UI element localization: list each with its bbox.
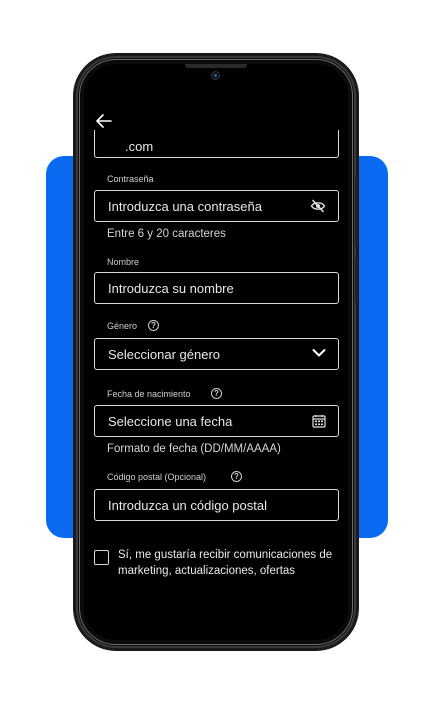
back-arrow-icon[interactable] xyxy=(95,112,113,130)
birthdate-placeholder: Seleccione una fecha xyxy=(108,414,233,429)
chevron-down-icon xyxy=(312,349,326,357)
name-label: Nombre xyxy=(107,257,140,267)
name-field[interactable]: Introduzca su nombre xyxy=(94,272,339,304)
email-field[interactable]: .com xyxy=(94,130,339,158)
postal-placeholder: Introduzca un código postal xyxy=(108,498,267,513)
birthdate-hint: Formato de fecha (DD/MM/AAAA) xyxy=(107,443,281,455)
password-hint: Entre 6 y 20 caracteres xyxy=(107,228,226,240)
gender-select[interactable]: Seleccionar género xyxy=(94,338,339,370)
marketing-consent-checkbox[interactable] xyxy=(94,550,109,565)
gender-label: Género xyxy=(107,321,138,331)
marketing-consent-text[interactable]: Sí, me gustaría recibir comunicaciones d… xyxy=(118,547,338,579)
password-field[interactable]: Introduzca una contraseña xyxy=(94,190,339,222)
password-placeholder: Introduzca una contraseña xyxy=(108,199,262,214)
gender-help-icon[interactable]: ? xyxy=(148,320,159,331)
power-button xyxy=(355,258,358,302)
postal-help-icon[interactable]: ? xyxy=(231,471,242,482)
calendar-icon[interactable] xyxy=(312,414,326,428)
birthdate-label: Fecha de nacimiento xyxy=(107,389,191,399)
name-placeholder: Introduzca su nombre xyxy=(108,281,234,296)
volume-button xyxy=(355,176,358,246)
speaker-grille xyxy=(185,64,247,68)
postal-label: Código postal (Opcional) xyxy=(107,472,207,482)
birthdate-field[interactable]: Seleccione una fecha xyxy=(94,405,339,437)
phone-screen: .com Contraseña Introduzca una contraseñ… xyxy=(84,64,348,640)
gender-value: Seleccionar género xyxy=(108,347,221,362)
password-label: Contraseña xyxy=(107,174,154,184)
email-value: .com xyxy=(125,139,154,154)
postal-code-field[interactable]: Introduzca un código postal xyxy=(94,489,339,521)
camera-icon xyxy=(211,71,220,80)
birthdate-help-icon[interactable]: ? xyxy=(211,388,222,399)
eye-off-icon[interactable] xyxy=(310,199,326,213)
